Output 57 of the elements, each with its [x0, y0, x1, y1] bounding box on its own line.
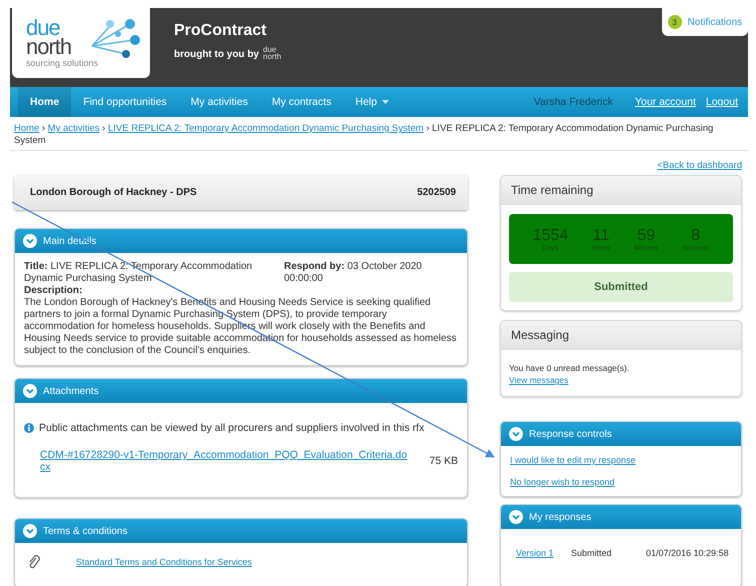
status-banner: Submitted: [509, 272, 733, 302]
info-text: Public attachments can be viewed by all procurers and suppliers involved in this rfx: [39, 421, 424, 436]
logo-text: due: [26, 18, 60, 37]
response-link[interactable]: I would like to edit my response: [510, 454, 636, 466]
logo-text: north: [26, 37, 72, 56]
chevron-icon: [509, 427, 523, 441]
response-link[interactable]: No longer wish to respond: [510, 476, 615, 488]
nav-link[interactable]: Home: [18, 87, 72, 117]
info-icon: [24, 423, 34, 433]
chevron-icon: [23, 524, 37, 538]
nav-link[interactable]: My contracts: [260, 87, 344, 117]
logo-text: north: [263, 53, 282, 60]
organisation-name: London Borough of Hackney - DPS: [30, 187, 197, 198]
logo-tagline: sourcing solutions: [26, 58, 98, 68]
countdown-value: 11: [592, 226, 610, 244]
dots-icon: [90, 16, 142, 58]
breadcrumb-link[interactable]: Home: [14, 123, 40, 134]
description-label: Description:: [24, 285, 84, 297]
brought-by-text: brought to you by: [174, 49, 259, 60]
panel-title: Attachments: [43, 386, 99, 396]
panel-title: Time remaining: [501, 176, 741, 205]
nav-link[interactable]: Your account: [634, 96, 696, 108]
respond-by-text: Respond by: 03 October 2020 00:00:00: [284, 261, 423, 285]
message-text: You have 0 unread message(s).: [509, 362, 630, 374]
response-date: 01/07/2016 10:29:58: [646, 547, 729, 559]
breadcrumb-link[interactable]: LIVE REPLICA 2: Temporary Accommodation Dynamic Purchasing System: [108, 123, 424, 134]
panel-title: Main details: [43, 236, 96, 246]
panel-title: Messaging: [501, 321, 741, 350]
user-name: Varsha Frederick: [534, 96, 613, 108]
countdown-value: 8: [691, 226, 700, 244]
nav-link[interactable]: Help: [343, 87, 401, 117]
notifications-link[interactable]: Notifications: [688, 16, 742, 28]
countdown-value: 1554: [532, 226, 568, 244]
chevron-icon: [509, 510, 523, 524]
file-size: 75 KB: [429, 454, 458, 467]
chevron-icon: [23, 384, 37, 398]
logo-text: due: [263, 46, 276, 53]
version-link[interactable]: Version 1: [516, 547, 571, 559]
messages-link[interactable]: View messages: [509, 374, 568, 386]
nav-link[interactable]: Find opportunities: [71, 87, 179, 117]
terms-link[interactable]: Standard Terms and Conditions for Services: [76, 556, 252, 568]
attachment-link[interactable]: CDM-#16728290-v1-Temporary_Accommodation_PQQ_Evaluation_Criteria.docx: [40, 449, 412, 473]
nav-link[interactable]: My activities: [178, 87, 260, 117]
panel-title: My responses: [529, 512, 592, 522]
breadcrumb-link[interactable]: My activities: [48, 123, 100, 134]
panel-title: Terms & conditions: [43, 526, 128, 536]
chevron-icon: [23, 234, 37, 248]
breadcrumb: Home › My activities › LIVE REPLICA 2: Temporary Accommodation Dynamic Purchasing System › LIVE REPLICA 2: Temporary Accommodation Dynamic Purchasing System: [10, 117, 748, 151]
back-link[interactable]: <Back to dashboard: [657, 160, 742, 171]
app-name: ProContract: [174, 22, 268, 40]
nav-link[interactable]: Logout: [706, 96, 738, 108]
notification-count: 3: [668, 15, 682, 29]
response-status: Submitted: [571, 547, 613, 559]
countdown-value: 59: [637, 226, 656, 244]
reference-number: 5202509: [417, 187, 456, 198]
paperclip-icon: [28, 555, 40, 569]
panel-title: Response controls: [529, 428, 612, 440]
